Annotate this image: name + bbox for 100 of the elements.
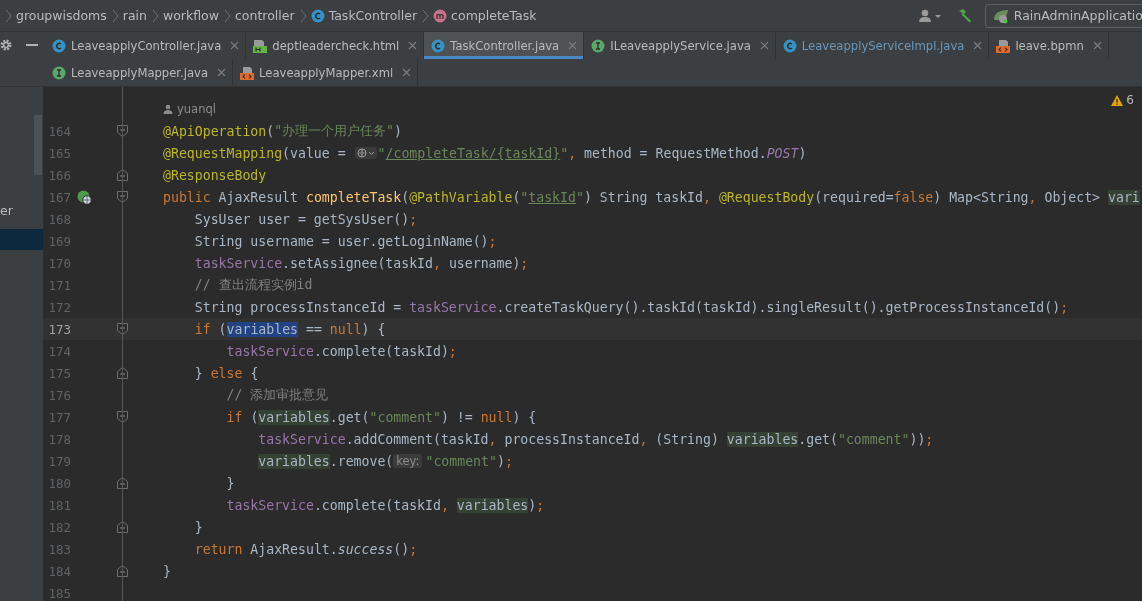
- class-icon: [310, 8, 325, 23]
- author-name: yuanql: [177, 102, 216, 116]
- code-line: @RequestMapping(value = "/completeTask/{taskId}", method = RequestMethod.POST): [163, 144, 807, 163]
- code-line: if (variables.get("comment") != null) {: [225, 408, 537, 427]
- code-line: }: [225, 474, 235, 493]
- code-line: String username = user.getLoginName();: [193, 232, 497, 251]
- code-line: public AjaxResult completeTask(@PathVariable("taskId") String taskId, @RequestBody(required=false) Map<String, Object> vari: [163, 188, 1140, 207]
- warning-indicator[interactable]: 6: [1111, 93, 1134, 107]
- web-endpoint-icon[interactable]: [77, 189, 92, 205]
- close-icon[interactable]: [973, 41, 983, 50]
- editor-tab[interactable]: leave.bpmn: [989, 32, 1109, 59]
- fold-marker-icon[interactable]: [117, 521, 128, 533]
- warning-icon: [1111, 94, 1124, 106]
- line-number: 167: [47, 189, 71, 205]
- line-number: 177: [47, 409, 71, 425]
- chevron-icon: [223, 8, 231, 23]
- code-line: return AjaxResult.success();: [193, 540, 418, 559]
- line-number: 181: [47, 497, 71, 513]
- line-number: 170: [47, 255, 71, 271]
- xml-file-icon: [240, 65, 255, 80]
- run-configuration-selector[interactable]: RainAdminApplicatio: [984, 3, 1142, 28]
- editor-tab[interactable]: ILeaveapplyService.java: [584, 32, 776, 59]
- code-line: } else {: [193, 364, 259, 383]
- person-icon[interactable]: [918, 8, 943, 23]
- code-line: if (variables == null) {: [193, 320, 386, 339]
- parameter-hint: key:: [393, 454, 423, 468]
- breadcrumb-item[interactable]: completeTask: [433, 8, 537, 23]
- line-number: 182: [47, 519, 71, 535]
- line-number: 171: [47, 277, 71, 293]
- line-number: 173: [47, 321, 71, 337]
- person-icon: [163, 104, 173, 114]
- fold-marker-icon[interactable]: [117, 411, 128, 423]
- editor-tab[interactable]: LeaveapplyMapper.xml: [233, 59, 419, 86]
- class-icon: [782, 38, 797, 53]
- breadcrumb-item[interactable]: controller: [235, 8, 295, 23]
- code-line: }: [163, 562, 171, 581]
- chevron-icon: [421, 8, 430, 23]
- close-icon[interactable]: [568, 41, 578, 50]
- line-number: 166: [47, 167, 71, 183]
- code-line: }: [193, 518, 203, 537]
- chevron-icon: [151, 8, 159, 23]
- editor-tab[interactable]: LeaveapplyController.java: [45, 32, 247, 59]
- class-icon: [431, 38, 446, 53]
- line-number: 175: [47, 365, 71, 381]
- line-number: 178: [47, 431, 71, 447]
- chevron-icon: [110, 8, 119, 23]
- code-line: // 添加审批意见: [225, 386, 329, 404]
- line-number: 180: [47, 475, 71, 491]
- editor-tab[interactable]: LeaveapplyServiceImpl.java: [775, 32, 990, 59]
- close-icon[interactable]: [402, 68, 412, 77]
- close-icon[interactable]: [759, 41, 769, 50]
- breadcrumb-item[interactable]: rain: [122, 8, 147, 23]
- interface-icon: [591, 38, 606, 53]
- fold-marker-icon[interactable]: [117, 169, 128, 181]
- spring-app-icon: [991, 7, 1010, 24]
- warning-count: 6: [1126, 93, 1134, 107]
- line-number: 185: [47, 585, 71, 601]
- close-icon[interactable]: [230, 41, 240, 50]
- author-hint[interactable]: yuanql: [163, 102, 216, 116]
- fold-marker-icon[interactable]: [117, 191, 128, 203]
- xml-file-icon: [996, 38, 1011, 53]
- code-line: taskService.complete(taskId, variables);: [225, 496, 545, 515]
- fold-marker-icon[interactable]: [117, 323, 128, 335]
- line-number: 168: [47, 211, 71, 227]
- close-icon[interactable]: [1092, 41, 1102, 50]
- settings-icon[interactable]: [0, 39, 12, 51]
- code-line: variables.remove( key: "comment");: [257, 452, 513, 471]
- fold-marker-icon[interactable]: [117, 477, 128, 489]
- code-line: @ResponseBody: [163, 166, 267, 185]
- breadcrumb-item[interactable]: workflow: [163, 8, 219, 23]
- code-line: // 查出流程实例id: [193, 276, 313, 294]
- line-number: 165: [47, 145, 71, 161]
- line-number: 169: [47, 233, 71, 249]
- class-icon: [52, 38, 66, 53]
- project-tree-item[interactable]: er: [0, 201, 43, 221]
- fold-marker-icon[interactable]: [117, 565, 128, 577]
- line-number: 164: [47, 123, 71, 139]
- breadcrumb-item[interactable]: groupwisdoms: [16, 8, 107, 23]
- scrollbar-thumb[interactable]: [34, 115, 42, 175]
- chevron-icon: [4, 8, 12, 23]
- method-icon: [433, 8, 448, 23]
- code-line: taskService.addComment(taskId, processInstanceId, (String) variables.get("comment"));: [257, 430, 934, 449]
- line-number: 176: [47, 387, 71, 403]
- editor-tab[interactable]: TaskController.java: [424, 32, 585, 59]
- chevron-icon: [298, 8, 307, 23]
- code-line: taskService.setAssignee(taskId, username);: [193, 254, 529, 273]
- editor-tab[interactable]: LeaveapplyMapper.java: [45, 59, 234, 86]
- html-file-icon: [253, 38, 268, 53]
- line-number: 183: [47, 541, 71, 557]
- close-icon[interactable]: [217, 68, 227, 77]
- globe-icon[interactable]: [354, 147, 377, 159]
- breadcrumb-item[interactable]: TaskController: [310, 8, 418, 23]
- fold-marker-icon[interactable]: [117, 125, 128, 137]
- line-number: 184: [47, 563, 71, 579]
- code-line: SysUser user = getSysUser();: [193, 210, 418, 229]
- interface-icon: [52, 65, 66, 80]
- fold-marker-icon[interactable]: [117, 367, 128, 379]
- code-line: taskService.complete(taskId);: [225, 342, 457, 361]
- close-icon[interactable]: [408, 41, 418, 50]
- code-line: String processInstanceId = taskService.createTaskQuery().taskId(taskId).singleResult().getProcessInstanceId();: [193, 298, 1069, 317]
